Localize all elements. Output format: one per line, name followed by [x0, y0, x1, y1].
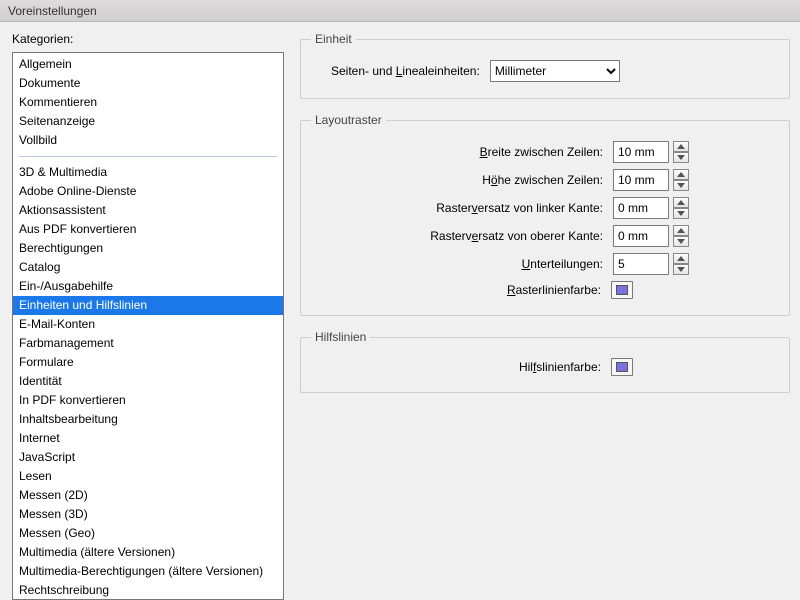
category-item[interactable]: Kommentieren [13, 93, 283, 112]
guides-color-label: Hilfslinienfarbe: [519, 360, 601, 374]
dialog-content: Kategorien: AllgemeinDokumenteKommentier… [0, 22, 800, 600]
category-item[interactable]: Allgemein [13, 55, 283, 74]
spin-down-icon[interactable] [673, 152, 689, 163]
category-item[interactable]: Dokumente [13, 74, 283, 93]
unit-select[interactable]: Millimeter [490, 60, 620, 82]
guides-color-row: Hilfslinienfarbe: [311, 358, 689, 376]
spin-down-icon[interactable] [673, 264, 689, 275]
guides-legend: Hilfslinien [311, 330, 370, 344]
grid-legend: Layoutraster [311, 113, 386, 127]
category-item[interactable]: In PDF konvertieren [13, 391, 283, 410]
grid-color-swatch[interactable] [611, 281, 633, 299]
grid-height-row: Höhe zwischen Zeilen: [311, 169, 689, 191]
category-item[interactable]: Internet [13, 429, 283, 448]
grid-offset-top-row: Rasterversatz von oberer Kante: [311, 225, 689, 247]
window-titlebar: Voreinstellungen [0, 0, 800, 22]
grid-width-input[interactable] [613, 141, 669, 163]
spin-up-icon[interactable] [673, 169, 689, 180]
spin-up-icon[interactable] [673, 225, 689, 236]
grid-group: Layoutraster Breite zwischen Zeilen: Höh… [300, 113, 790, 316]
grid-subdiv-input[interactable] [613, 253, 669, 275]
category-item[interactable]: Einheiten und Hilfslinien [13, 296, 283, 315]
grid-offset-top-label: Rasterversatz von oberer Kante: [430, 229, 603, 243]
guides-color-swatch[interactable] [611, 358, 633, 376]
category-item[interactable]: Vollbild [13, 131, 283, 150]
grid-offset-left-label: Rasterversatz von linker Kante: [436, 201, 603, 215]
category-item[interactable]: Inhaltsbearbeitung [13, 410, 283, 429]
category-separator [19, 156, 277, 157]
category-item[interactable]: Messen (2D) [13, 486, 283, 505]
category-item[interactable]: Multimedia (ältere Versionen) [13, 543, 283, 562]
category-item[interactable]: Rechtschreibung [13, 581, 283, 600]
grid-color-row: Rasterlinienfarbe: [311, 281, 689, 299]
grid-subdiv-label: Unterteilungen: [522, 257, 603, 271]
category-item[interactable]: Ein-/Ausgabehilfe [13, 277, 283, 296]
category-item[interactable]: Formulare [13, 353, 283, 372]
category-list[interactable]: AllgemeinDokumenteKommentierenSeitenanze… [12, 52, 284, 600]
categories-pane: Kategorien: AllgemeinDokumenteKommentier… [12, 32, 284, 600]
category-item[interactable]: E-Mail-Konten [13, 315, 283, 334]
spin-up-icon[interactable] [673, 253, 689, 264]
spin-down-icon[interactable] [673, 180, 689, 191]
spin-down-icon[interactable] [673, 208, 689, 219]
category-item[interactable]: Aus PDF konvertieren [13, 220, 283, 239]
category-item[interactable]: Messen (Geo) [13, 524, 283, 543]
category-item[interactable]: Farbmanagement [13, 334, 283, 353]
grid-subdiv-row: Unterteilungen: [311, 253, 689, 275]
grid-offset-left-input[interactable] [613, 197, 669, 219]
grid-height-input[interactable] [613, 169, 669, 191]
category-item[interactable]: Adobe Online-Dienste [13, 182, 283, 201]
unit-row: Seiten- und Linealeinheiten: Millimeter [311, 60, 689, 82]
category-item[interactable]: Identität [13, 372, 283, 391]
category-item[interactable]: Multimedia-Berechtigungen (ältere Versio… [13, 562, 283, 581]
category-item[interactable]: Berechtigungen [13, 239, 283, 258]
category-item[interactable]: Aktionsassistent [13, 201, 283, 220]
category-item[interactable]: JavaScript [13, 448, 283, 467]
window-title: Voreinstellungen [8, 4, 97, 18]
category-item[interactable]: Messen (3D) [13, 505, 283, 524]
spin-down-icon[interactable] [673, 236, 689, 247]
grid-width-row: Breite zwischen Zeilen: [311, 141, 689, 163]
category-item[interactable]: Seitenanzeige [13, 112, 283, 131]
grid-offset-top-input[interactable] [613, 225, 669, 247]
unit-legend: Einheit [311, 32, 356, 46]
grid-width-label: Breite zwischen Zeilen: [480, 145, 603, 159]
spin-up-icon[interactable] [673, 197, 689, 208]
settings-pane: Einheit Seiten- und Linealeinheiten: Mil… [284, 32, 790, 600]
spin-up-icon[interactable] [673, 141, 689, 152]
category-item[interactable]: 3D & Multimedia [13, 163, 283, 182]
categories-label: Kategorien: [12, 32, 284, 46]
category-item[interactable]: Catalog [13, 258, 283, 277]
guides-group: Hilfslinien Hilfslinienfarbe: [300, 330, 790, 393]
category-item[interactable]: Lesen [13, 467, 283, 486]
grid-offset-left-row: Rasterversatz von linker Kante: [311, 197, 689, 219]
unit-label: Seiten- und Linealeinheiten: [331, 64, 480, 78]
grid-color-label: Rasterlinienfarbe: [507, 283, 601, 297]
grid-height-label: Höhe zwischen Zeilen: [482, 173, 603, 187]
unit-group: Einheit Seiten- und Linealeinheiten: Mil… [300, 32, 790, 99]
